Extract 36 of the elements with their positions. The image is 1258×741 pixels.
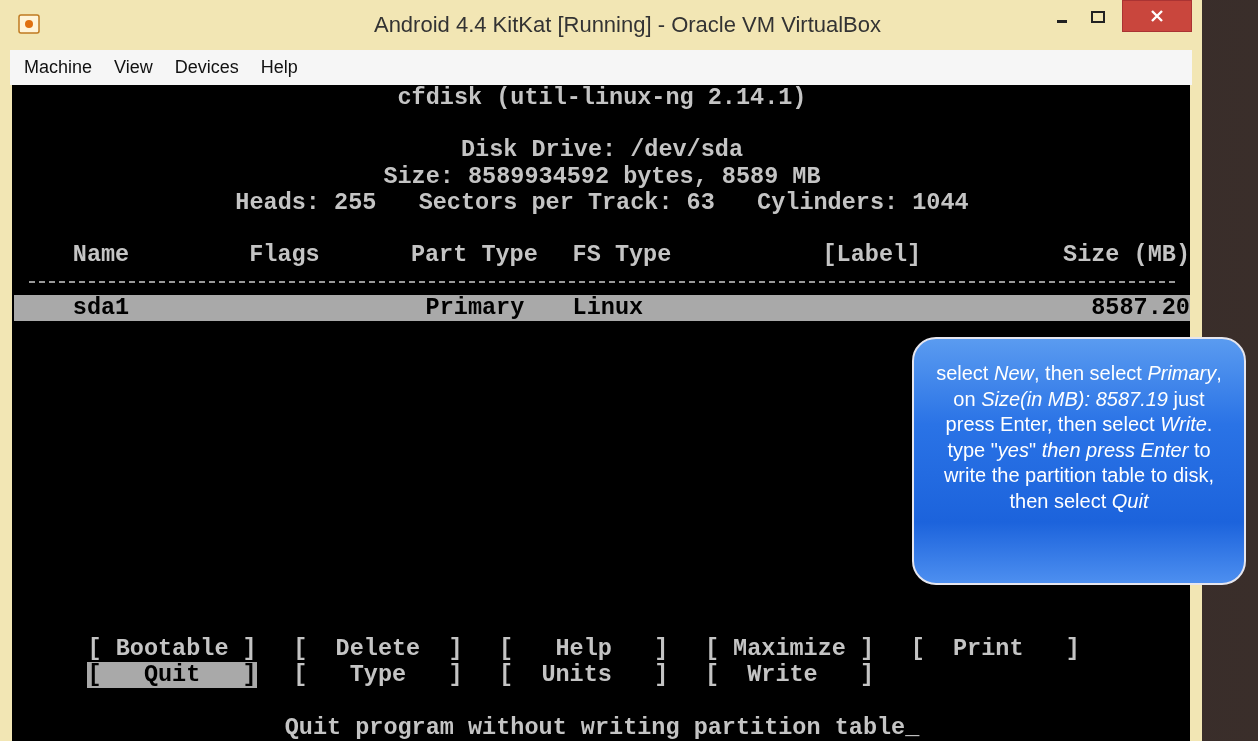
disk-info-line: Heads: 255 Sectors per Track: 63 Cylinders: 1044	[234, 189, 970, 217]
column-header: Part Type	[410, 242, 539, 269]
column-header: Flags	[249, 242, 321, 269]
column-header: FS Type	[572, 242, 673, 269]
command-button[interactable]: [ Maximize ]	[704, 636, 875, 663]
menu-item[interactable]: View	[104, 55, 163, 80]
close-icon	[1150, 9, 1164, 23]
partition-row[interactable]: sda1 Primary Linux 8587.20	[14, 294, 1190, 322]
disk-info-line: Size: 8589934592 bytes, 8589 MB	[382, 163, 822, 190]
command-button[interactable]: [ Write ]	[704, 662, 875, 689]
partition-size: 8587.20	[1090, 294, 1190, 322]
maximize-icon	[1091, 11, 1105, 23]
command-button[interactable]: [ Print ]	[910, 636, 1080, 663]
command-button[interactable]: [ Delete ]	[293, 636, 463, 663]
instruction-callout: select New, then select Primary, on Size(in MB): 8587.19 just press Enter, then select Write. type "yes" then press Enter to write the partition table to disk, then select Quit	[912, 337, 1246, 585]
filesystem-type: Linux	[572, 294, 645, 322]
minimize-icon	[1057, 19, 1067, 23]
command-button[interactable]: [ Quit ]	[87, 662, 257, 689]
window-title: Android 4.4 KitKat [Running] - Oracle VM VirtualBox	[372, 12, 883, 38]
command-button[interactable]: [ Type ]	[293, 662, 463, 689]
menu-item[interactable]: Help	[250, 55, 308, 80]
column-header: [Label]	[822, 242, 923, 269]
disk-info-line: Disk Drive: /dev/sda	[459, 137, 744, 164]
app-icon	[17, 12, 41, 36]
menu-item[interactable]: Machine	[14, 55, 103, 80]
menu-item[interactable]: Devices	[164, 55, 249, 80]
close-button[interactable]	[1122, 0, 1192, 32]
command-button[interactable]: [ Help ]	[499, 636, 669, 663]
command-button[interactable]: [ Bootable ]	[87, 636, 257, 663]
partition-name: sda1	[72, 294, 131, 322]
program-title: cfdisk (util-linux-ng 2.14.1)	[396, 85, 808, 112]
partition-type: Primary	[425, 294, 526, 322]
column-header: Size (MB)	[1062, 242, 1190, 269]
column-header: Name	[72, 242, 131, 269]
status-message: Quit program without writing partition table_	[283, 714, 921, 741]
command-button[interactable]: [ Units ]	[499, 662, 669, 689]
